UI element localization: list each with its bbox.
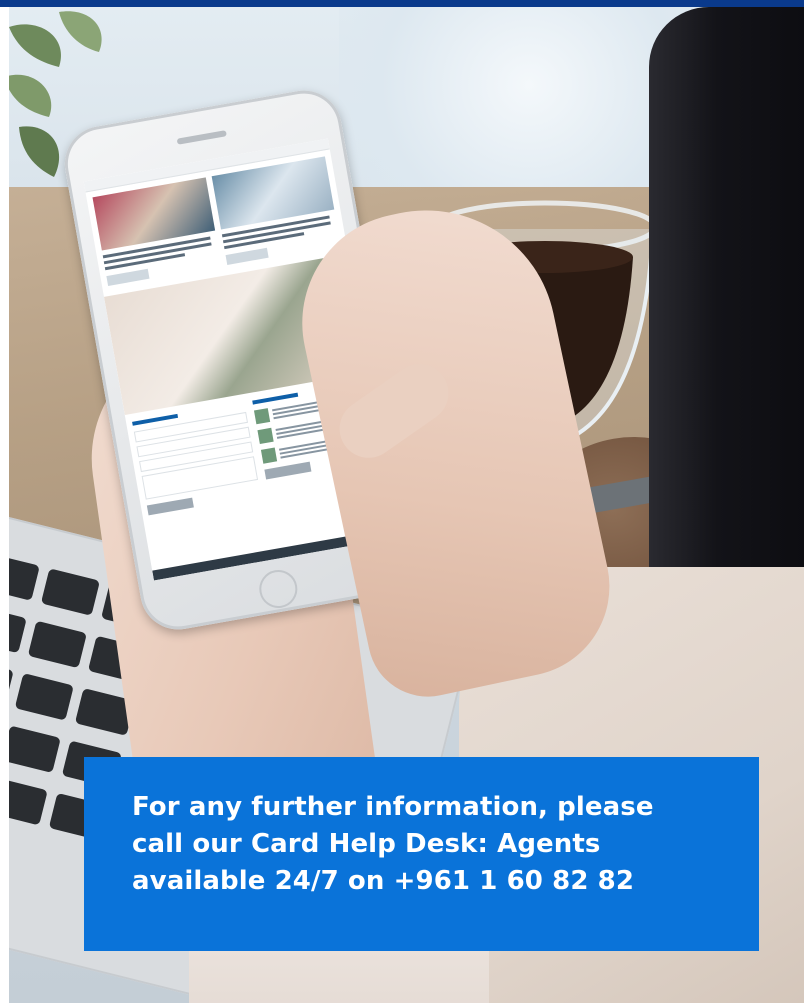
phone-contact-form bbox=[132, 402, 261, 516]
phone-home-button bbox=[256, 566, 301, 612]
info-line-1: For any further information, please bbox=[132, 792, 654, 822]
info-line-2: call our Card Help Desk: Agents bbox=[132, 829, 601, 859]
info-box: For any further information, please call… bbox=[84, 757, 759, 951]
top-stripe bbox=[0, 0, 804, 7]
info-line-3: available 24/7 on +961 1 60 82 82 bbox=[132, 866, 635, 896]
left-margin bbox=[0, 7, 9, 1003]
help-desk-banner: For any further information, please call… bbox=[0, 0, 804, 1003]
phone-tile bbox=[92, 177, 221, 286]
phone-speaker bbox=[176, 130, 227, 145]
info-text: For any further information, please call… bbox=[132, 789, 719, 900]
phone-tile bbox=[211, 156, 341, 265]
